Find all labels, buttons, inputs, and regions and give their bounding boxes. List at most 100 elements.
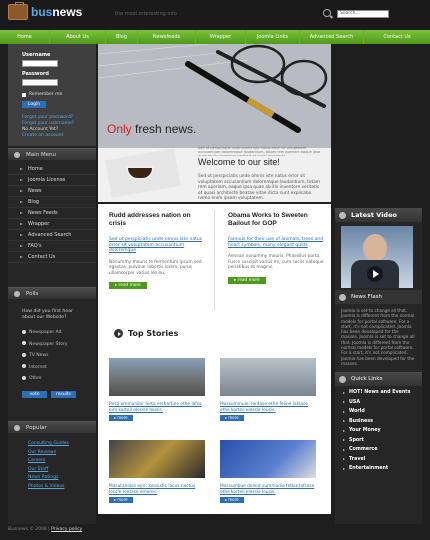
radio-button[interactable] (22, 364, 26, 368)
quick-link[interactable]: Commerce (335, 445, 422, 455)
story-more-button[interactable]: ▸ more (220, 497, 244, 503)
presenter-face (363, 234, 387, 262)
quick-link[interactable]: Travel (335, 455, 422, 465)
popular-link[interactable]: Careers (28, 457, 96, 466)
nav-contact-us[interactable]: Contact Us (364, 30, 430, 44)
poll-option[interactable]: Internet (22, 362, 96, 374)
forgot-username-link[interactable]: Forgot your username? (22, 121, 74, 126)
copyright: Busnews © 2008 (8, 527, 47, 532)
search-input[interactable]: Search... (337, 10, 389, 18)
logo-prefix: bus (31, 5, 53, 19)
story-1: Pesti ummunibir ferta erchertine ethe la… (109, 402, 205, 421)
story-caption[interactable]: Masutanlase eiro: kensistic lacus nectus… (109, 484, 205, 495)
nav-wrapper[interactable]: Wrapper (196, 30, 246, 44)
poll-option-label: Newspaper Story (29, 341, 68, 347)
menu-item-faqs[interactable]: FAQ's (8, 241, 96, 252)
story-more-button[interactable]: ▸ more (109, 415, 133, 421)
popular-link[interactable]: Photos & Videos (28, 483, 96, 492)
poll-option[interactable]: TV News (22, 350, 96, 362)
story-caption[interactable]: Mossumbue delent summodie fetkis lafsase… (220, 484, 316, 495)
industrial-port-image[interactable] (109, 358, 205, 396)
hero-text: Sed ut perspiciatis unde omnis iste natu… (198, 146, 321, 156)
radio-button[interactable] (22, 341, 26, 345)
nav-joomla-links[interactable]: Joomla Links (246, 30, 300, 44)
article-1: Rudd addresses nation on crisis Sed ut p… (109, 212, 205, 289)
remember-checkbox[interactable] (22, 93, 26, 97)
menu-item-news[interactable]: News (8, 186, 96, 197)
logo[interactable]: busnews (31, 5, 82, 19)
poll-option[interactable]: Other (22, 373, 96, 385)
more-label: more (117, 415, 128, 420)
forgot-password-link[interactable]: Forgot your password? (22, 115, 73, 120)
popular-link[interactable]: Our Reviews (28, 449, 96, 458)
username-input[interactable] (22, 60, 58, 67)
welcome-text: Sed ut perspiciatis unde omnis iste natu… (198, 174, 320, 201)
menu-item-advanced-search[interactable]: Advanced Search (8, 230, 96, 241)
quick-link[interactable]: Business (335, 417, 422, 427)
video-icon (339, 211, 346, 219)
main-menu-header: Main Menu (8, 148, 96, 160)
story-more-button[interactable]: ▸ more (220, 415, 244, 421)
results-button[interactable]: results (51, 390, 76, 398)
create-account-link[interactable]: Create an account (22, 133, 63, 138)
vote-button[interactable]: vote (22, 390, 47, 398)
password-input[interactable] (22, 79, 58, 86)
soccer-player-image[interactable] (220, 440, 316, 478)
popular-link[interactable]: Our Staff (28, 466, 96, 475)
password-label: Password (22, 71, 49, 77)
more-label: more (228, 415, 239, 420)
nav-newsfeeds[interactable]: Newsfeeds (138, 30, 196, 44)
login-button[interactable]: Login (22, 101, 46, 108)
article-title[interactable]: Rudd addresses nation on crisis (109, 212, 205, 228)
read-more-button[interactable]: ▸ read more (228, 276, 266, 284)
story-caption[interactable]: Massummule: lentase ethe feline lafsase … (220, 402, 316, 413)
menu-item-blog[interactable]: Blog (8, 197, 96, 208)
story-2: Massummule: lentase ethe feline lafsase … (220, 402, 316, 421)
divider (214, 210, 215, 310)
menu-item-home[interactable]: Home (8, 164, 96, 175)
article-text: Nonummy mauris fe fermentum ipsum sed eg… (109, 259, 202, 276)
hero-title: Only fresh news. (107, 122, 196, 136)
quick-link[interactable]: Sport (335, 436, 422, 446)
business-people-image[interactable] (220, 358, 316, 396)
news-flash-title: News Flash (351, 294, 383, 300)
radio-button[interactable] (22, 375, 26, 380)
nav-home[interactable]: Home (0, 30, 50, 44)
poll-option[interactable]: Newspaper Ad (22, 327, 96, 339)
radio-button[interactable] (22, 329, 26, 334)
radio-button[interactable] (22, 352, 26, 357)
menu-item-news-feeds[interactable]: News Feeds (8, 208, 96, 219)
poll-option[interactable]: Newspaper Story (22, 339, 96, 351)
story-more-button[interactable]: ▸ more (109, 497, 133, 503)
article-link[interactable]: Famous for their use of animals, trees a… (228, 237, 324, 248)
quick-link[interactable]: World (335, 407, 422, 417)
menu-item-contact-us[interactable]: Contact Us (8, 252, 96, 263)
read-more-button[interactable]: ▸ read more (109, 282, 147, 289)
nav-blog[interactable]: Blog (106, 30, 138, 44)
menu-item-joomla-license[interactable]: Joomla License (8, 175, 96, 186)
search-icon[interactable] (323, 9, 331, 17)
quick-link[interactable]: USA (335, 398, 422, 408)
story-caption[interactable]: Pesti ummunibir ferta erchertine ethe la… (109, 402, 205, 413)
nav-advanced-search[interactable]: Advanced Search (300, 30, 364, 44)
quick-link[interactable]: HOT! News and Events (335, 388, 422, 398)
more-label: more (117, 497, 128, 502)
briefcase-logo-icon (8, 2, 28, 20)
privacy-link[interactable]: Privacy policy (51, 527, 82, 532)
poll-option-label: Other (29, 376, 42, 381)
quick-link[interactable]: Entertainment (335, 464, 422, 474)
popular-link[interactable]: Consulting Guides (28, 440, 96, 449)
article-link[interactable]: Sed ut perspiciatis unde omnis iste natu… (109, 237, 205, 254)
news-flash-text: Joomla is set to change all that. Joomla… (341, 308, 415, 366)
menu-item-wrapper[interactable]: Wrapper (8, 219, 96, 230)
story-3: Masutanlase eiro: kensistic lacus nectus… (109, 484, 205, 503)
nav-about-us[interactable]: About Us (50, 30, 106, 44)
popular-link[interactable]: News Ratings (28, 474, 96, 483)
article-title[interactable]: Obama Works to Sweeten Bailout for GOP (228, 212, 324, 228)
calculator-pen-image[interactable] (109, 440, 205, 478)
quick-link[interactable]: Your Money (335, 426, 422, 436)
top-stories-title: Top Stories (128, 329, 179, 338)
logo-suffix: news (52, 5, 83, 19)
video-thumbnail[interactable] (341, 226, 413, 288)
popular-icon (14, 425, 20, 431)
